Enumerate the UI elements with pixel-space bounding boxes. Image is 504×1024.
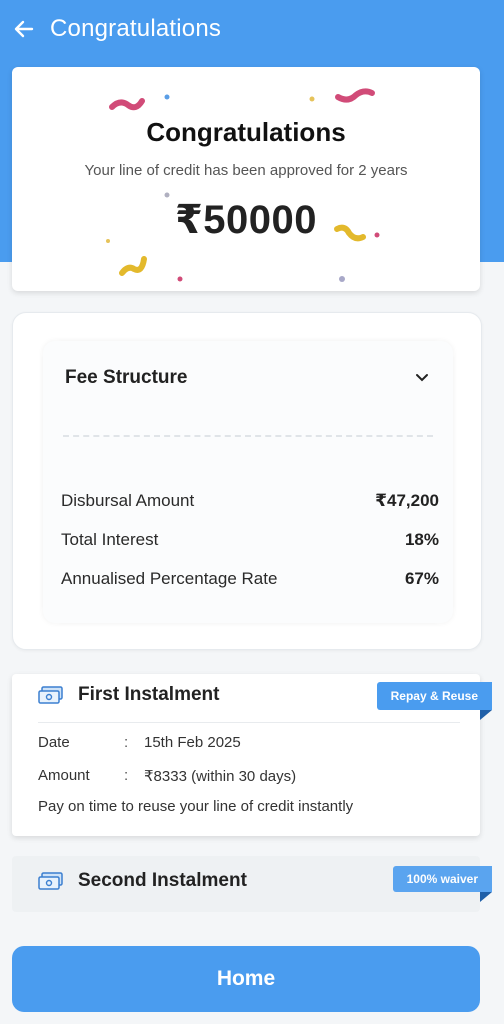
app-bar-title: Congratulations: [50, 15, 222, 42]
divider: [38, 722, 460, 723]
arrow-left-icon[interactable]: [10, 15, 38, 43]
approved-amount: ₹50000: [174, 198, 318, 242]
app-bar: Congratulations: [0, 0, 504, 58]
dashed-divider: [63, 435, 433, 437]
instalment-amount-row: Amount : ₹8333 (within 30 days): [38, 767, 296, 785]
fee-structure-toggle[interactable]: Fee Structure: [65, 363, 431, 393]
fee-row-value: ₹47,200: [375, 491, 439, 510]
approval-card: Congratulations Your line of credit has …: [12, 67, 480, 291]
congratulations-heading: Congratulations: [146, 117, 346, 147]
fee-row-value: 18%: [404, 530, 439, 549]
fee-row-interest: Total Interest 18%: [61, 530, 439, 550]
second-instalment-card[interactable]: Second Instalment 100% waiver: [12, 856, 492, 912]
first-instalment-title: First Instalment: [78, 684, 220, 705]
amount-label: Amount: [38, 767, 90, 784]
second-instalment-header: Second Instalment: [38, 870, 247, 892]
fee-structure-title: Fee Structure: [65, 367, 188, 388]
fee-row-label: Total Interest: [61, 530, 159, 549]
date-label: Date: [38, 734, 70, 751]
fee-row-value: 67%: [404, 569, 439, 588]
fee-row-label: Disbursal Amount: [61, 491, 195, 510]
money-icon: [38, 872, 63, 890]
amount-value: ₹8333 (within 30 days): [144, 768, 297, 785]
first-instalment-card: First Instalment Repay & Reuse Date : 15…: [12, 674, 492, 836]
first-instalment-header: First Instalment: [38, 684, 219, 706]
approval-message: Your line of credit has been approved fo…: [84, 162, 408, 179]
ribbon-fold: [480, 710, 492, 720]
separator: :: [124, 734, 129, 751]
second-instalment-title: Second Instalment: [78, 870, 247, 891]
repay-reuse-badge: Repay & Reuse: [376, 682, 492, 710]
fee-row-disbursal: Disbursal Amount ₹47,200: [61, 491, 439, 511]
waiver-badge: 100% waiver: [392, 866, 492, 892]
home-button[interactable]: Home: [12, 946, 480, 1012]
fee-row-apr: Annualised Percentage Rate 67%: [61, 569, 439, 589]
fee-structure-panel: Fee Structure Disbursal Amount ₹47,200 T…: [43, 341, 453, 623]
ribbon-fold: [480, 892, 492, 902]
reuse-note: Pay on time to reuse your line of credit…: [38, 798, 354, 815]
fee-row-label: Annualised Percentage Rate: [61, 569, 278, 588]
fee-structure-card: Fee Structure Disbursal Amount ₹47,200 T…: [12, 312, 482, 650]
instalment-date-row: Date : 15th Feb 2025: [38, 734, 241, 751]
confetti-decoration: [106, 88, 380, 282]
separator: :: [124, 767, 129, 784]
chevron-down-icon: [413, 369, 431, 387]
money-icon: [38, 686, 63, 704]
date-value: 15th Feb 2025: [144, 734, 241, 751]
